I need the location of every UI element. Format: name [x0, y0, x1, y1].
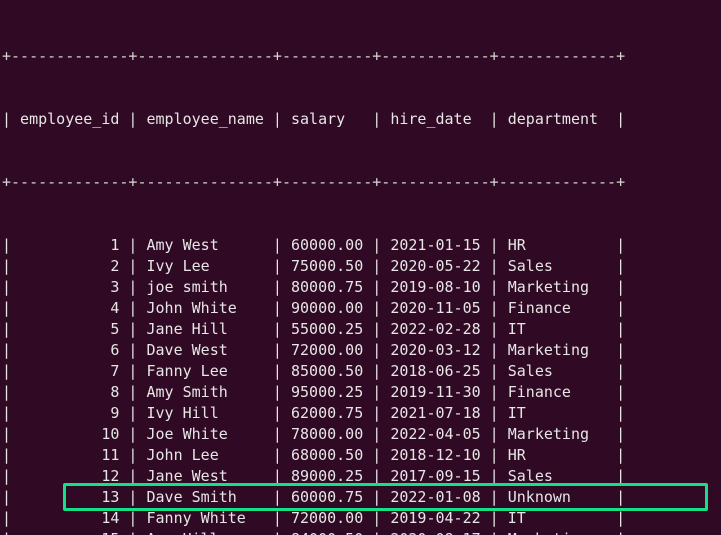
table-header-row: | employee_id | employee_name | salary |…: [2, 109, 625, 130]
table-row: | 12 | Jane West | 89000.25 | 2017-09-15…: [2, 466, 625, 487]
table-row: | 7 | Fanny Lee | 85000.50 | 2018-06-25 …: [2, 361, 625, 382]
table-row: | 10 | Joe White | 78000.00 | 2022-04-05…: [2, 424, 625, 445]
table-row: | 5 | Jane Hill | 55000.25 | 2022-02-28 …: [2, 319, 625, 340]
table-row: | 8 | Amy Smith | 95000.25 | 2019-11-30 …: [2, 382, 625, 403]
table-row: | 11 | John Lee | 68000.50 | 2018-12-10 …: [2, 445, 625, 466]
table-row: | 14 | Fanny White | 72000.00 | 2019-04-…: [2, 508, 625, 529]
table-row: | 15 | Amy Hill | 84000.50 | 2020-08-17 …: [2, 529, 625, 535]
table-top-border: +-------------+---------------+---------…: [2, 46, 625, 67]
terminal-screen: +-------------+---------------+---------…: [2, 4, 625, 535]
table-row: | 1 | Amy West | 60000.00 | 2021-01-15 |…: [2, 235, 625, 256]
table-row: | 4 | John White | 90000.00 | 2020-11-05…: [2, 298, 625, 319]
table-row: | 2 | Ivy Lee | 75000.50 | 2020-05-22 | …: [2, 256, 625, 277]
table-header-border: +-------------+---------------+---------…: [2, 172, 625, 193]
table-row: | 9 | Ivy Hill | 62000.75 | 2021-07-18 |…: [2, 403, 625, 424]
terminal-window[interactable]: +-------------+---------------+---------…: [0, 0, 721, 535]
table-body: | 1 | Amy West | 60000.00 | 2021-01-15 |…: [2, 235, 625, 535]
table-row: | 6 | Dave West | 72000.00 | 2020-03-12 …: [2, 340, 625, 361]
table-row: | 3 | joe smith | 80000.75 | 2019-08-10 …: [2, 277, 625, 298]
table-row: | 13 | Dave Smith | 60000.75 | 2022-01-0…: [2, 487, 625, 508]
